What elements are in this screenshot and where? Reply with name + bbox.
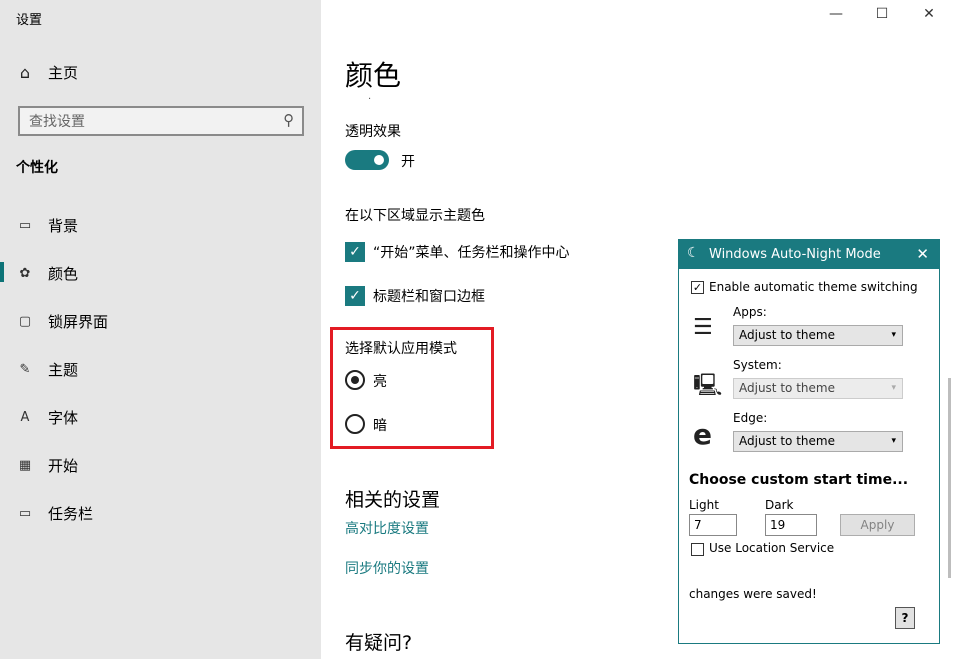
apps-select[interactable]: Adjust to theme ▾: [733, 325, 903, 346]
section-title: 个性化: [16, 160, 58, 176]
transparency-state: 开: [401, 154, 415, 170]
toggle-knob: [374, 155, 384, 165]
related-settings-title: 相关的设置: [345, 489, 441, 511]
edge-label: Edge:: [733, 411, 768, 425]
search-icon[interactable]: ⚲: [283, 111, 294, 129]
sidebar-item-colors[interactable]: ✿ 颜色: [16, 263, 78, 284]
taskbar-icon: ▭: [18, 506, 32, 521]
custom-time-heading: Choose custom start time...: [689, 472, 909, 488]
sidebar-item-fonts[interactable]: A 字体: [16, 407, 78, 428]
search-placeholder: 查找设置: [29, 114, 85, 130]
image-icon: ▭: [18, 218, 32, 233]
system-select[interactable]: Adjust to theme ▾: [733, 378, 903, 399]
transparency-label: 透明效果: [345, 124, 401, 140]
minimize-button[interactable]: —: [826, 6, 846, 22]
enable-switching-label: Enable automatic theme switching: [709, 280, 918, 294]
light-mode-radio[interactable]: [345, 370, 365, 390]
edge-select[interactable]: Adjust to theme ▾: [733, 431, 903, 452]
transparency-toggle[interactable]: [345, 150, 389, 170]
page-title: 颜色: [345, 59, 402, 92]
accent-show-label: 在以下区域显示主题色: [345, 208, 485, 224]
status-text: changes were saved!: [689, 587, 817, 601]
start-taskbar-label: “开始”菜单、任务栏和操作中心: [373, 245, 570, 261]
settings-sidebar: 设置 ⌂ 主页 查找设置 ⚲ 个性化 ▭ 背景 ✿ 颜色 ▢ 锁屏界面 ✎ 主题…: [0, 0, 321, 659]
enable-switching-checkbox[interactable]: ✓: [691, 281, 704, 294]
chevron-down-icon: ▾: [891, 330, 896, 340]
moon-icon: ☾: [687, 245, 700, 261]
sidebar-item-label: 主题: [48, 361, 79, 379]
location-label: Use Location Service: [709, 541, 835, 555]
chevron-down-icon: ▾: [891, 383, 896, 393]
apps-label: Apps:: [733, 305, 767, 319]
location-checkbox[interactable]: [691, 543, 704, 556]
lockscreen-icon: ▢: [18, 314, 32, 329]
dark-time-input[interactable]: 19: [765, 514, 817, 536]
dark-mode-radio[interactable]: [345, 414, 365, 434]
auto-night-dialog: ☾ Windows Auto-Night Mode ✕ ✓ Enable aut…: [678, 239, 940, 644]
close-icon[interactable]: ✕: [916, 245, 929, 263]
app-mode-label: 选择默认应用模式: [345, 341, 457, 357]
edge-select-value: Adjust to theme: [739, 434, 835, 448]
sidebar-item-label: 颜色: [48, 265, 79, 283]
nav-home[interactable]: ⌂ 主页: [16, 62, 78, 83]
sidebar-item-label: 字体: [48, 409, 79, 427]
sidebar-item-label: 任务栏: [48, 505, 94, 523]
computer-icon: 🖳: [693, 373, 723, 398]
chevron-down-icon: ▾: [891, 436, 896, 446]
apply-button[interactable]: Apply: [840, 514, 915, 536]
close-button[interactable]: ✕: [919, 6, 939, 22]
dialog-titlebar[interactable]: ☾ Windows Auto-Night Mode ✕: [679, 240, 939, 269]
dark-time-label: Dark: [765, 498, 794, 512]
list-icon: ☰: [693, 315, 713, 340]
light-time-label: Light: [689, 498, 719, 512]
edge-icon: e: [693, 418, 712, 451]
help-button[interactable]: ?: [895, 607, 915, 629]
font-icon: A: [20, 410, 30, 425]
sidebar-item-background[interactable]: ▭ 背景: [16, 215, 78, 236]
light-time-input[interactable]: 7: [689, 514, 737, 536]
system-select-value: Adjust to theme: [739, 381, 835, 395]
dialog-title: Windows Auto-Night Mode: [709, 247, 881, 262]
apps-select-value: Adjust to theme: [739, 328, 835, 342]
question-title: 有疑问?: [345, 632, 413, 654]
sidebar-item-themes[interactable]: ✎ 主题: [16, 359, 78, 380]
start-icon: ▦: [18, 458, 32, 473]
search-input[interactable]: 查找设置 ⚲: [18, 106, 304, 136]
sidebar-item-label: 背景: [48, 217, 79, 235]
dark-mode-label: 暗: [373, 418, 387, 434]
palette-icon: ✿: [19, 266, 31, 281]
sidebar-item-taskbar[interactable]: ▭ 任务栏: [16, 503, 93, 524]
titlebar-label: 标题栏和窗口边框: [373, 289, 485, 305]
nav-home-label: 主页: [48, 64, 79, 82]
radio-dot: [351, 376, 359, 384]
sidebar-item-start[interactable]: ▦ 开始: [16, 455, 78, 476]
maximize-button[interactable]: ☐: [872, 6, 892, 22]
titlebar-checkbox[interactable]: ✓: [345, 286, 365, 306]
sidebar-item-lockscreen[interactable]: ▢ 锁屏界面: [16, 311, 108, 332]
theme-icon: ✎: [19, 362, 31, 377]
active-indicator: [0, 262, 4, 282]
scroll-hint-icon: ·: [368, 94, 372, 105]
sidebar-item-label: 开始: [48, 457, 79, 475]
sidebar-item-label: 锁屏界面: [48, 313, 109, 331]
high-contrast-link[interactable]: 高对比度设置: [345, 518, 429, 538]
start-taskbar-checkbox[interactable]: ✓: [345, 242, 365, 262]
app-title: 设置: [16, 13, 43, 28]
scrollbar[interactable]: [948, 378, 951, 578]
sync-settings-link[interactable]: 同步你的设置: [345, 558, 429, 578]
light-mode-label: 亮: [373, 374, 387, 390]
home-icon: ⌂: [19, 63, 31, 82]
system-label: System:: [733, 358, 782, 372]
